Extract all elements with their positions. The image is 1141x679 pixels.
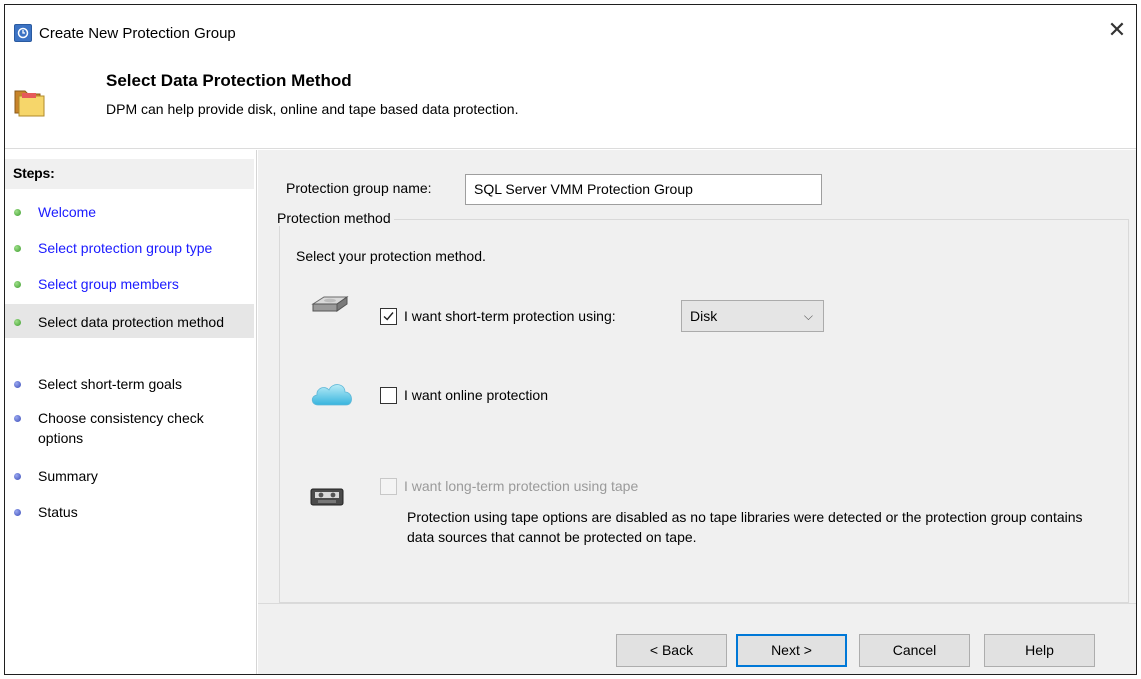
- online-protection-checkbox[interactable]: [380, 387, 397, 404]
- button-bar: < Back Next > Cancel Help: [258, 603, 1136, 674]
- short-term-media-select[interactable]: Disk ⌵: [681, 300, 824, 332]
- step-short-term-goals: Select short-term goals: [5, 374, 254, 394]
- cloud-icon: [308, 378, 356, 411]
- page-subtitle: DPM can help provide disk, online and ta…: [106, 101, 519, 117]
- short-term-checkbox[interactable]: [380, 308, 397, 325]
- step-label: Select group members: [38, 276, 179, 292]
- dialog-window: Create New Protection Group ✕ Select Dat…: [4, 4, 1137, 675]
- group-name-input[interactable]: SQL Server VMM Protection Group: [465, 174, 822, 205]
- step-label: Select protection group type: [38, 240, 213, 256]
- wizard-header: Select Data Protection Method DPM can he…: [5, 57, 1136, 149]
- page-title: Select Data Protection Method: [106, 71, 352, 90]
- protection-method-legend: Protection method: [274, 210, 394, 226]
- step-label: Status: [38, 504, 78, 520]
- step-done-icon: [14, 209, 21, 216]
- window-title: Create New Protection Group: [39, 25, 236, 42]
- step-pending-icon: [14, 415, 21, 422]
- step-current-icon: [14, 319, 21, 326]
- online-protection-label: I want online protection: [404, 387, 548, 403]
- short-term-label: I want short-term protection using:: [404, 308, 616, 324]
- step-label: Summary: [38, 468, 98, 484]
- content-panel: Protection group name: SQL Server VMM Pr…: [258, 150, 1136, 674]
- step-summary: Summary: [5, 466, 254, 486]
- step-label: Welcome: [38, 204, 97, 220]
- title-bar: Create New Protection Group ✕: [5, 5, 1136, 57]
- close-button[interactable]: ✕: [1104, 18, 1130, 44]
- cancel-button[interactable]: Cancel: [859, 634, 970, 667]
- dpm-app-icon: [14, 24, 32, 42]
- step-select-data-protection-method: Select data protection method: [5, 304, 254, 338]
- step-select-group-type[interactable]: Select protection group type: [5, 238, 254, 258]
- tape-protection-checkbox: [380, 478, 397, 495]
- folder-icon: [14, 87, 48, 120]
- step-consistency-check: Choose consistency check options: [5, 408, 254, 448]
- disk-drive-icon: [310, 295, 350, 318]
- step-pending-icon: [14, 473, 21, 480]
- step-label: Choose consistency check options: [38, 410, 204, 446]
- step-done-icon: [14, 245, 21, 252]
- next-button[interactable]: Next >: [736, 634, 847, 667]
- chevron-down-icon: ⌵: [803, 309, 813, 323]
- help-button[interactable]: Help: [984, 634, 1095, 667]
- protection-method-description: Select your protection method.: [296, 248, 486, 264]
- step-pending-icon: [14, 381, 21, 388]
- step-pending-icon: [14, 509, 21, 516]
- tape-protection-label: I want long-term protection using tape: [404, 478, 639, 494]
- tape-icon: [310, 487, 344, 512]
- steps-panel: Steps: Welcome Select protection group t…: [5, 150, 257, 674]
- step-done-icon: [14, 281, 21, 288]
- step-label: Select short-term goals: [38, 376, 182, 392]
- step-label: Select data protection method: [38, 314, 225, 330]
- tape-disabled-note: Protection using tape options are disabl…: [407, 509, 1083, 545]
- steps-heading: Steps:: [5, 159, 254, 189]
- group-name-label: Protection group name:: [286, 180, 432, 196]
- back-button[interactable]: < Back: [616, 634, 727, 667]
- step-welcome[interactable]: Welcome: [5, 202, 254, 222]
- short-term-media-value: Disk: [690, 308, 718, 324]
- step-status: Status: [5, 502, 254, 522]
- step-select-group-members[interactable]: Select group members: [5, 274, 254, 294]
